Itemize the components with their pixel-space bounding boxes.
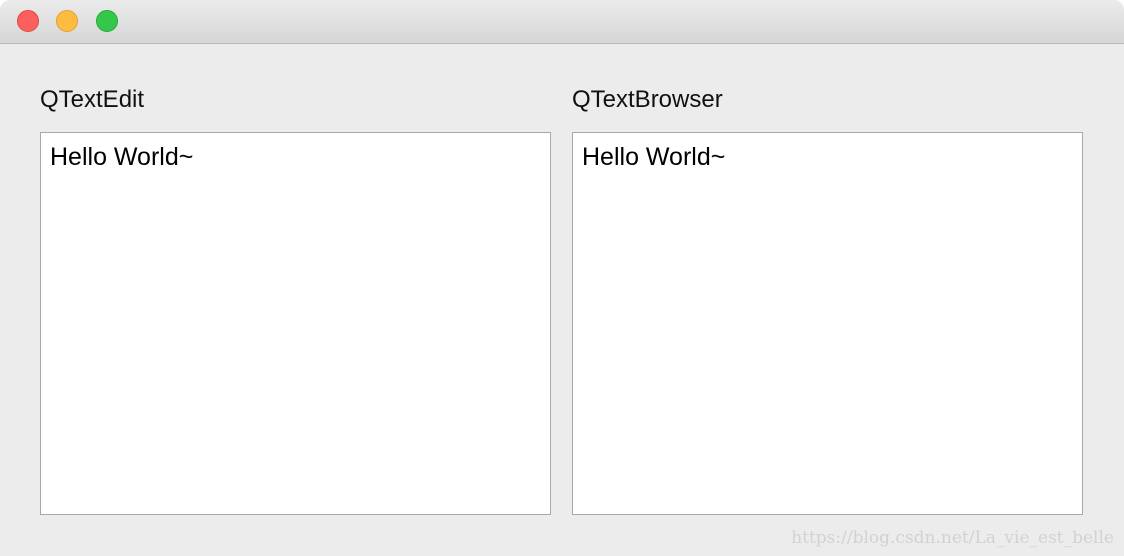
- qtextbrowser-label: QTextBrowser: [572, 86, 723, 113]
- app-window: QTextEdit Hello World~ QTextBrowser Hell…: [0, 0, 1124, 556]
- watermark-text: https://blog.csdn.net/La_vie_est_belle: [791, 528, 1114, 548]
- maximize-icon[interactable]: [96, 10, 118, 32]
- minimize-icon[interactable]: [56, 10, 78, 32]
- title-bar[interactable]: [0, 0, 1124, 44]
- qtextbrowser-field[interactable]: Hello World~: [572, 132, 1083, 515]
- qtextedit-field[interactable]: Hello World~: [40, 132, 551, 515]
- qtextedit-label: QTextEdit: [40, 86, 145, 113]
- close-icon[interactable]: [17, 10, 39, 32]
